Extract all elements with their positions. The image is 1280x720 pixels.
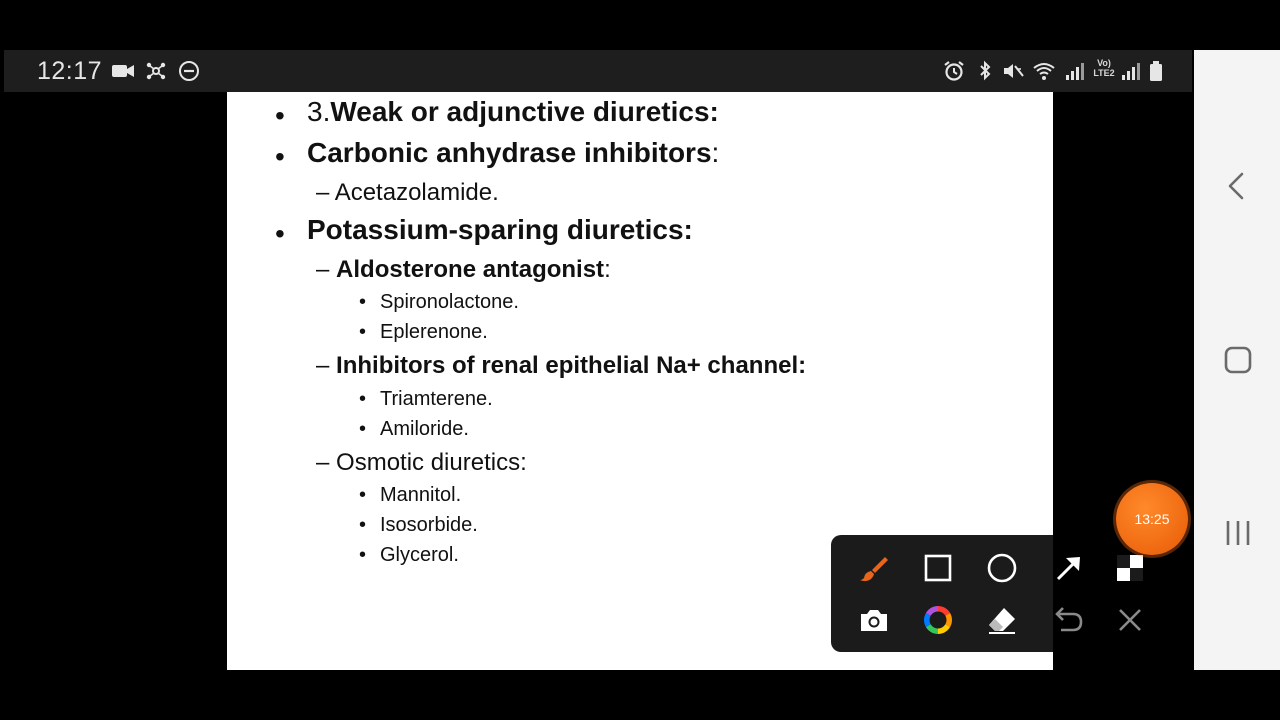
navigation-bar [1194, 50, 1280, 670]
alarm-icon [942, 60, 966, 82]
sub1-title: – Aldosterone antagonist: [316, 256, 611, 283]
bullet: • [359, 321, 367, 343]
status-time: 12:17 [37, 57, 103, 85]
section1-title: Carbonic anhydrase inhibitors: [307, 137, 720, 168]
bullet: • [275, 100, 285, 131]
bullet: • [359, 388, 367, 410]
recording-timer[interactable]: 13:25 [1116, 483, 1188, 555]
color-wheel-icon[interactable] [922, 604, 954, 636]
mute-icon [1001, 60, 1025, 82]
sub3-title: – Osmotic diuretics: [316, 449, 527, 476]
bullet: • [359, 291, 367, 313]
hub-icon [144, 60, 168, 82]
sub1-item: Eplerenone. [380, 321, 488, 343]
bullet: • [359, 544, 367, 566]
signal-icon [1062, 60, 1086, 82]
video-camera-icon [111, 60, 135, 82]
bullet: • [359, 418, 367, 440]
close-icon[interactable] [1114, 604, 1146, 636]
bullet: • [359, 484, 367, 506]
sub3-item: Isosorbide. [380, 514, 478, 536]
sub2-item: Triamterene. [380, 388, 493, 410]
sub2-item: Amiloride. [380, 418, 469, 440]
slide-heading: 3.Weak or adjunctive diuretics: [307, 96, 719, 128]
section2-title: Potassium-sparing diuretics: [307, 214, 693, 245]
sub1-item: Spironolactone. [380, 291, 519, 313]
battery-icon [1144, 60, 1168, 82]
section1-item: – Acetazolamide. [316, 179, 499, 206]
status-bar: 12:17 Vo) LTE2 [4, 50, 1192, 92]
heading-prefix: 3. [307, 96, 331, 127]
back-icon[interactable] [1218, 166, 1258, 206]
eraser-icon[interactable] [986, 604, 1018, 636]
home-icon[interactable] [1218, 340, 1258, 380]
signal-icon-2 [1118, 60, 1142, 82]
bullet: • [359, 514, 367, 536]
wifi-icon [1032, 60, 1056, 82]
bullet: • [275, 141, 285, 172]
undo-icon[interactable] [1053, 604, 1085, 636]
do-not-disturb-icon [177, 60, 201, 82]
sub2-title: – Inhibitors of renal epithelial Na+ cha… [316, 352, 807, 379]
sub3-item: Mannitol. [380, 484, 462, 506]
rectangle-icon[interactable] [922, 552, 954, 584]
sub3-item: Glycerol. [380, 544, 459, 566]
arrow-icon[interactable] [1053, 552, 1085, 584]
network-type: Vo) LTE2 [1093, 58, 1115, 78]
bluetooth-icon [973, 60, 997, 82]
brush-icon[interactable] [858, 552, 890, 584]
circle-icon[interactable] [986, 552, 1018, 584]
recents-icon[interactable] [1218, 513, 1258, 553]
toolbar-extension [1053, 540, 1183, 652]
bullet: • [275, 218, 285, 249]
camera-icon[interactable] [858, 604, 890, 636]
drawing-toolbar [831, 535, 1053, 652]
mosaic-icon[interactable] [1114, 552, 1146, 584]
heading-text: Weak or adjunctive diuretics: [330, 96, 719, 127]
